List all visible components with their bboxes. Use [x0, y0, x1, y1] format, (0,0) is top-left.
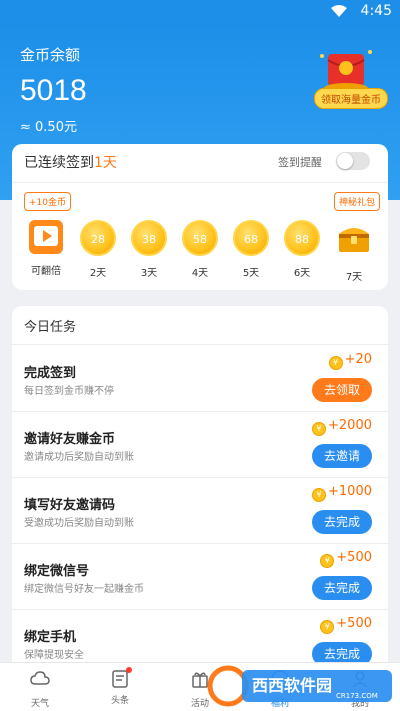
task-reward: ¥ +1000 — [312, 484, 372, 502]
signin-streak: 已连续签到1天 — [24, 152, 117, 172]
signin-days: 1天 — [94, 155, 117, 171]
signin-day-1[interactable]: 可翻倍 — [24, 220, 68, 277]
signin-day-label: 7天 — [345, 272, 363, 283]
news-icon-wrap — [110, 667, 132, 689]
tab-label: 头条 — [110, 696, 129, 706]
task-reward: ¥ +2000 — [312, 418, 372, 436]
signin-day-6: 88 6天 — [280, 220, 324, 279]
tasks-title: 今日任务 — [24, 320, 77, 335]
balance-title: 金币余额 — [20, 46, 81, 64]
wifi-icon — [331, 5, 347, 17]
task-desc: 邀请成功后奖励自动到账 — [24, 452, 134, 463]
tab-news[interactable]: 头条 — [90, 667, 150, 706]
signin-day-label: 5天 — [242, 268, 260, 279]
task-name: 绑定微信号 — [24, 564, 90, 579]
video-icon — [29, 220, 63, 254]
tab-weather[interactable]: 天气 — [10, 669, 70, 709]
coin-icon: ¥ — [320, 620, 335, 634]
toggle-knob — [337, 153, 353, 169]
task-row: 邀请好友赚金币 邀请成功后奖励自动到账 ¥ +2000 去邀请 — [12, 412, 388, 478]
tab-label: 天气 — [30, 699, 49, 709]
coin-icon: ¥ — [320, 554, 335, 568]
coin-icon: ¥ — [312, 422, 327, 436]
cloud-icon — [30, 671, 50, 685]
balance-value: 5018 — [20, 74, 87, 107]
signin-days-row: 可翻倍 28 2天 38 3天 58 4天 68 5天 88 6天 7天 — [12, 220, 388, 283]
signin-remind-toggle[interactable] — [336, 152, 370, 170]
signin-day-label: 3天 — [140, 268, 158, 279]
task-name: 填写好友邀请码 — [24, 498, 116, 513]
task-row: 绑定微信号 绑定微信号好友一起赚金币 ¥ +500 去完成 — [12, 544, 388, 610]
treasure-chest-icon — [339, 228, 369, 252]
task-desc: 保障提现安全 — [24, 650, 84, 661]
signin-day-label: 4天 — [191, 268, 209, 279]
signin-day-7[interactable]: 7天 — [332, 220, 376, 283]
watermark-url: CR173.COM — [336, 692, 378, 700]
watermark-logo: 西西软件园 CR173.COM — [207, 665, 392, 707]
signin-day-label: 6天 — [293, 268, 311, 279]
coin-icon: 88 — [284, 220, 320, 256]
daily-tasks-card: 今日任务 完成签到 每日签到金币赚不停 ¥ +20 去领取 邀请好友赚金币 邀请成… — [12, 306, 388, 711]
bonus-bubble: +10金币 — [24, 192, 71, 211]
mystery-gift-bubble: 神秘礼包 — [333, 192, 380, 211]
task-name: 邀请好友赚金币 — [24, 432, 116, 447]
task-desc: 每日签到金币赚不停 — [24, 386, 114, 397]
coin-icon: 38 — [131, 220, 167, 256]
task-row: 填写好友邀请码 受邀成功后奖励自动到账 ¥ +1000 去完成 — [12, 478, 388, 544]
signin-day-3: 38 3天 — [127, 220, 171, 279]
signin-day-5: 68 5天 — [229, 220, 273, 279]
coin-icon: 68 — [233, 220, 269, 256]
task-reward-value: +1000 — [328, 484, 372, 499]
divider — [12, 344, 388, 345]
task-desc: 受邀成功后奖励自动到账 — [24, 518, 134, 529]
task-desc: 绑定微信号好友一起赚金币 — [24, 584, 144, 595]
task-reward-value: +20 — [344, 352, 372, 367]
task-reward: ¥ +20 — [328, 352, 372, 370]
coin-icon: 58 — [182, 220, 218, 256]
divider — [12, 182, 388, 183]
claim-button[interactable]: 去领取 — [311, 378, 372, 402]
signin-day-2: 28 2天 — [76, 220, 120, 279]
signin-day-label: 可翻倍 — [31, 266, 61, 277]
signin-prefix: 已连续签到 — [24, 155, 94, 171]
task-reward: ¥ +500 — [320, 550, 372, 568]
task-reward: ¥ +500 — [320, 616, 372, 634]
coin-icon: 28 — [80, 220, 116, 256]
signin-day-4: 58 4天 — [178, 220, 222, 279]
coin-icon: ¥ — [312, 488, 327, 502]
task-name: 绑定手机 — [24, 630, 77, 645]
task-name: 完成签到 — [24, 366, 77, 381]
signin-day-label: 2天 — [89, 268, 107, 279]
status-time: 4:45 — [360, 3, 392, 19]
complete-button[interactable]: 去完成 — [311, 576, 372, 600]
task-reward-value: +500 — [336, 616, 372, 631]
balance-approx: ≈ 0.50元 — [20, 120, 77, 135]
task-reward-value: +500 — [336, 550, 372, 565]
task-row: 完成签到 每日签到金币赚不停 ¥ +20 去领取 — [12, 346, 388, 412]
notification-dot — [126, 667, 132, 673]
coin-icon: ¥ — [328, 356, 343, 370]
status-bar: 4:45 — [0, 0, 400, 24]
signin-remind-label: 签到提醒 — [278, 156, 322, 169]
claim-coins-button[interactable]: 领取海量金币 — [314, 88, 388, 109]
watermark-text: 西西软件园 — [252, 676, 332, 695]
invite-button[interactable]: 去邀请 — [311, 444, 372, 468]
complete-button[interactable]: 去完成 — [311, 510, 372, 534]
signin-card: 已连续签到1天 签到提醒 +10金币 神秘礼包 可翻倍 28 2天 38 3天 … — [12, 144, 388, 290]
task-reward-value: +2000 — [328, 418, 372, 433]
